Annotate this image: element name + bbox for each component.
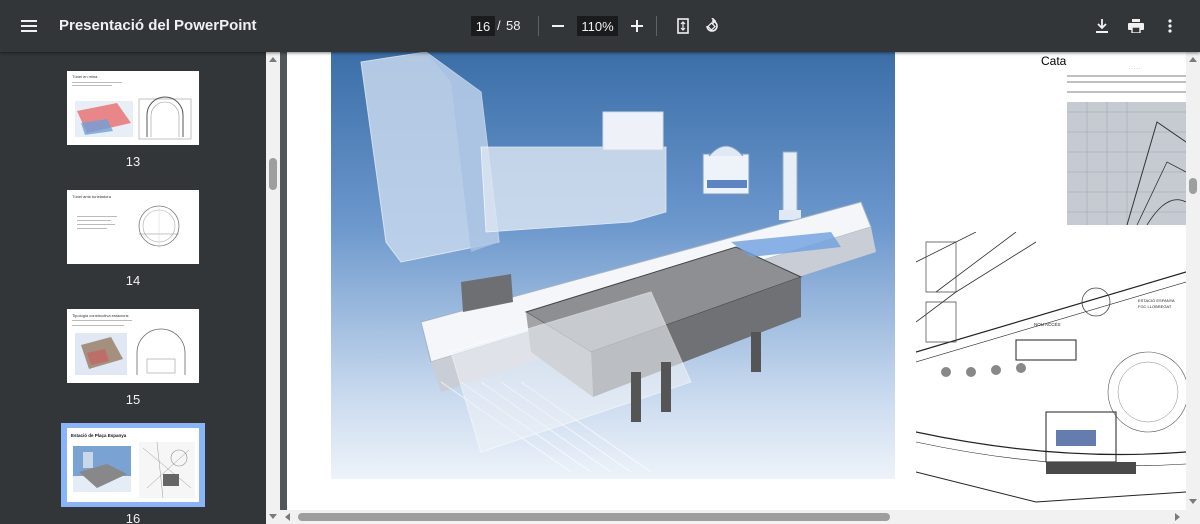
pdf-toolbar: Presentació del PowerPoint 16 / 58 110% bbox=[0, 0, 1200, 52]
thumbnail-sidebar: Túnel en mina 13 Túnel amb tuneladora 14 bbox=[0, 52, 266, 524]
scroll-up-arrow-icon[interactable] bbox=[1189, 57, 1197, 62]
thumbnail-number: 16 bbox=[125, 511, 141, 524]
svg-text:FGC LLOBREGAT: FGC LLOBREGAT bbox=[1138, 304, 1172, 309]
thumbnail-title: Túnel amb tuneladora bbox=[72, 194, 112, 199]
scroll-down-arrow-icon[interactable] bbox=[1189, 499, 1197, 504]
sidebar-scrollbar[interactable] bbox=[266, 52, 280, 524]
sidebar-scrollbar-thumb[interactable] bbox=[269, 158, 277, 190]
thumbnail-page-14[interactable]: Túnel amb tuneladora bbox=[67, 190, 199, 264]
svg-text:NOU ACCÉS: NOU ACCÉS bbox=[1034, 321, 1061, 327]
thumbnail-number: 13 bbox=[125, 154, 141, 169]
total-pages: 58 bbox=[506, 18, 521, 33]
site-plan-top-image: · · · · · bbox=[1067, 52, 1186, 225]
zoom-level-input[interactable]: 110% bbox=[577, 16, 618, 36]
scroll-down-arrow-icon[interactable] bbox=[269, 514, 277, 519]
pdf-page: Catalanes · · · · · bbox=[287, 52, 1186, 510]
svg-text:· · · · ·: · · · · · bbox=[1129, 66, 1140, 71]
thumbnail-title: Túnel en mina bbox=[72, 74, 98, 79]
station-3d-render-image bbox=[331, 52, 895, 479]
download-icon[interactable] bbox=[1086, 10, 1118, 42]
scroll-right-arrow-icon[interactable] bbox=[1175, 513, 1180, 521]
thumbnail-number: 14 bbox=[125, 273, 141, 288]
thumbnail-title: Tipologia constructiva estacions bbox=[72, 313, 129, 318]
thumbnail-title: Estació de Plaça Espanya bbox=[71, 433, 127, 438]
toolbar-divider bbox=[656, 16, 657, 36]
viewer-horizontal-scrollbar-thumb[interactable] bbox=[298, 513, 890, 521]
station-floor-plan-image: NOU ACCÉS ESTACIÓ ESPANYA FGC LLOBREGAT bbox=[916, 232, 1186, 510]
more-icon[interactable] bbox=[1154, 10, 1186, 42]
thumbnail-page-16[interactable]: Estació de Plaça Espanya bbox=[67, 428, 199, 502]
menu-icon[interactable] bbox=[13, 10, 45, 42]
scroll-left-arrow-icon[interactable] bbox=[285, 513, 290, 521]
fit-page-icon[interactable] bbox=[667, 10, 699, 42]
document-title: Presentació del PowerPoint bbox=[59, 17, 257, 34]
rotate-icon[interactable] bbox=[696, 10, 728, 42]
svg-text:ESTACIÓ ESPANYA: ESTACIÓ ESPANYA bbox=[1138, 298, 1175, 303]
thumbnail-page-15[interactable]: Tipologia constructiva estacions bbox=[67, 309, 199, 383]
scroll-up-arrow-icon[interactable] bbox=[269, 57, 277, 62]
page-separator: / bbox=[497, 18, 501, 33]
viewer-vertical-scrollbar-thumb[interactable] bbox=[1189, 178, 1197, 194]
zoom-out-icon[interactable] bbox=[542, 10, 574, 42]
viewer-horizontal-scrollbar[interactable] bbox=[280, 510, 1200, 524]
page-number-input[interactable]: 16 bbox=[471, 16, 495, 36]
thumbnail-page-13[interactable]: Túnel en mina bbox=[67, 71, 199, 145]
zoom-in-icon[interactable] bbox=[621, 10, 653, 42]
thumbnail-number: 15 bbox=[125, 392, 141, 407]
viewer-vertical-scrollbar[interactable] bbox=[1186, 52, 1200, 510]
document-viewer[interactable]: Catalanes · · · · · bbox=[280, 52, 1186, 510]
toolbar-divider bbox=[538, 16, 539, 36]
print-icon[interactable] bbox=[1120, 10, 1152, 42]
